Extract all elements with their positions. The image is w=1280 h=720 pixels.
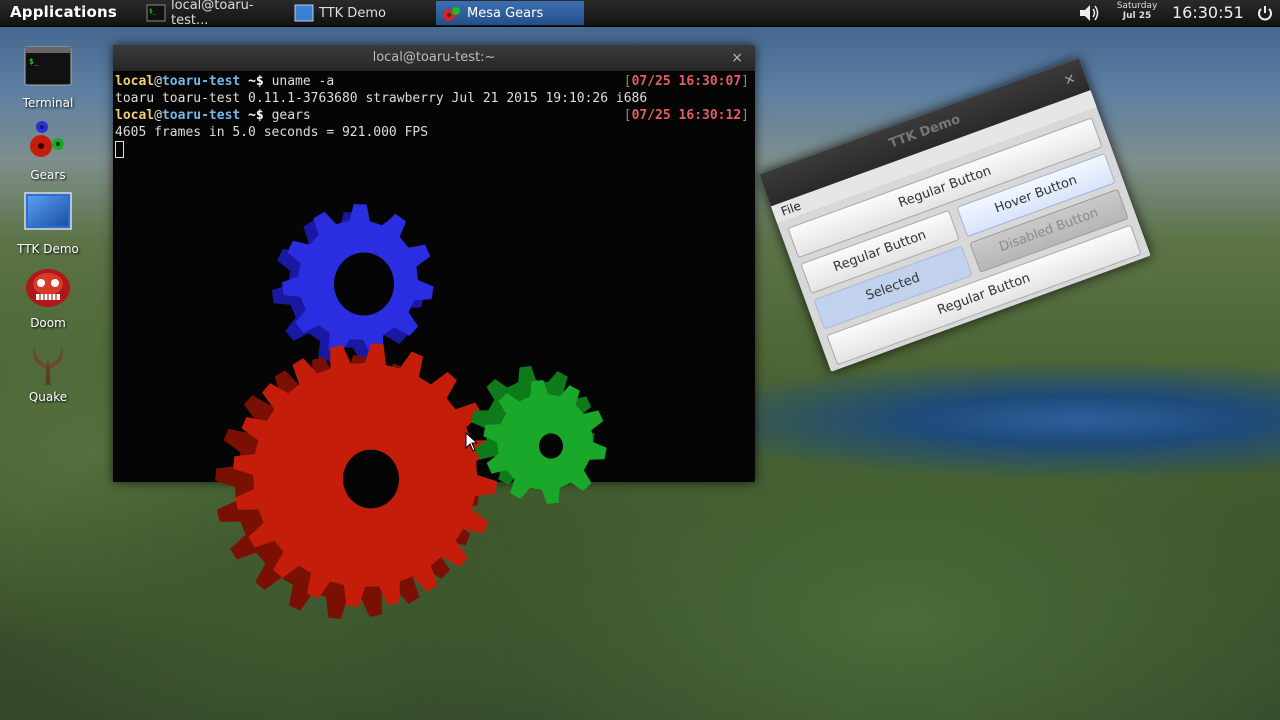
close-icon[interactable]: × (1058, 62, 1081, 98)
blue-gear (272, 204, 434, 363)
mouse-pointer-icon (465, 432, 479, 452)
red-gear (215, 343, 497, 619)
